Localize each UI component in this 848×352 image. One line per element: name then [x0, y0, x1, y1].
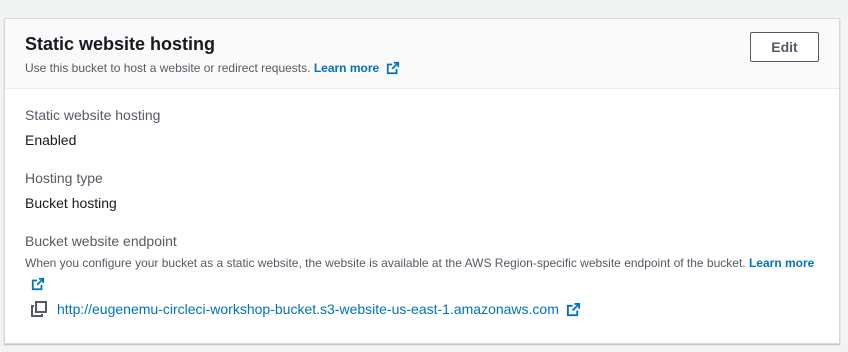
field-bucket-website-endpoint: Bucket website endpoint When you configu…	[25, 231, 819, 317]
field-hosting-type: Hosting type Bucket hosting	[25, 168, 819, 213]
field-value: Enabled	[25, 132, 77, 148]
panel-body: Static website hosting Enabled Hosting t…	[5, 89, 839, 317]
external-link-icon[interactable]	[566, 302, 581, 317]
field-label: Bucket website endpoint	[25, 233, 177, 249]
learn-more-link[interactable]: Learn more	[314, 60, 379, 76]
static-website-hosting-panel: Static website hosting Use this bucket t…	[4, 18, 840, 344]
panel-title: Static website hosting	[25, 34, 216, 54]
panel-description-text: Use this bucket to host a website or red…	[25, 61, 311, 75]
edit-button[interactable]: Edit	[750, 32, 819, 62]
field-static-website-hosting: Static website hosting Enabled	[25, 105, 819, 150]
panel-header: Static website hosting Use this bucket t…	[5, 19, 839, 89]
panel-description: Use this bucket to host a website or red…	[25, 60, 819, 76]
endpoint-row: http://eugenemu-circleci-workshop-bucket…	[25, 301, 819, 317]
field-label: Static website hosting	[25, 107, 161, 123]
endpoint-learn-more-link[interactable]: Learn more	[749, 256, 814, 270]
field-label: Hosting type	[25, 170, 103, 186]
endpoint-url-link[interactable]: http://eugenemu-circleci-workshop-bucket…	[57, 301, 559, 317]
field-value: Bucket hosting	[25, 195, 117, 211]
help-text: When you configure your bucket as a stat…	[25, 256, 746, 270]
external-link-icon[interactable]	[31, 277, 45, 291]
external-link-icon[interactable]	[386, 61, 400, 75]
copy-icon[interactable]	[31, 301, 47, 317]
field-help-text: When you configure your bucket as a stat…	[25, 253, 815, 293]
